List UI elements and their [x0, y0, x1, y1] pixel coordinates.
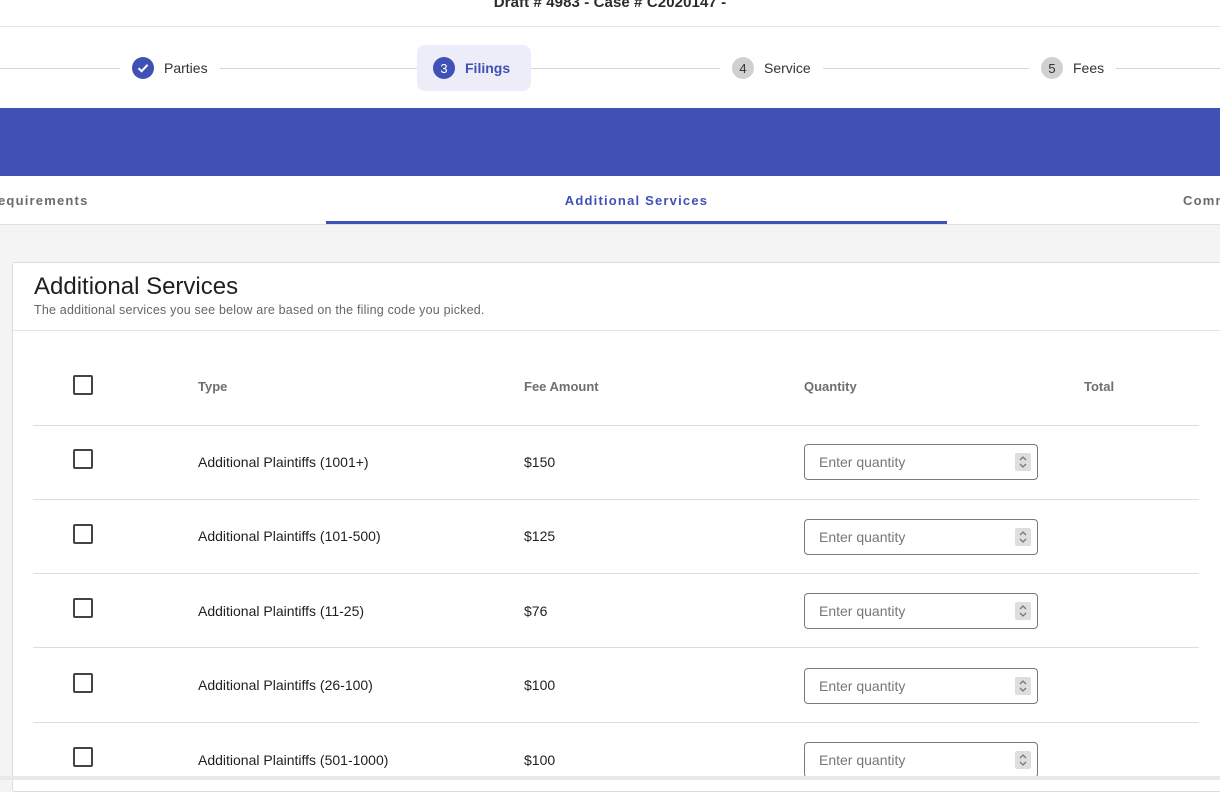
active-tab-indicator: [326, 221, 947, 224]
row-divider: [33, 499, 1199, 500]
row-fee: $76: [524, 603, 548, 619]
tab-requirements[interactable]: equirements: [0, 176, 89, 224]
quantity-input[interactable]: [819, 445, 1009, 479]
step-service[interactable]: 4 Service: [720, 45, 823, 91]
step-label: Filings: [465, 60, 511, 76]
quantity-input[interactable]: [819, 594, 1009, 628]
row-type: Additional Plaintiffs (101-500): [198, 528, 381, 544]
column-header-quantity: Quantity: [804, 379, 857, 394]
column-header-fee: Fee Amount: [524, 379, 599, 394]
quantity-field[interactable]: [804, 668, 1038, 704]
quantity-field[interactable]: [804, 444, 1038, 480]
row-fee: $125: [524, 528, 556, 544]
header-banner: [0, 108, 1220, 176]
row-type: Additional Plaintiffs (501-1000): [198, 752, 389, 768]
step-number: 5: [1041, 57, 1063, 79]
page-title: Draft # 4983 - Case # C2020147 -: [493, 0, 727, 11]
column-header-type: Type: [198, 379, 228, 394]
step-number: 3: [433, 57, 455, 79]
check-icon: [132, 57, 154, 79]
step-parties[interactable]: Parties: [120, 45, 220, 91]
quantity-input[interactable]: [819, 669, 1009, 703]
row-type: Additional Plaintiffs (11-25): [198, 603, 365, 619]
chevron-up-down-icon[interactable]: [1015, 453, 1031, 471]
chevron-up-down-icon[interactable]: [1015, 528, 1031, 546]
horizontal-scrollbar[interactable]: [0, 776, 1220, 780]
step-label: Service: [764, 60, 811, 76]
step-label: Fees: [1073, 60, 1105, 76]
row-divider: [33, 722, 1199, 723]
row-fee: $100: [524, 677, 556, 693]
chevron-up-down-icon[interactable]: [1015, 602, 1031, 620]
tab-additional-services[interactable]: Additional Services: [326, 176, 947, 224]
card-header: Additional Services The additional servi…: [13, 263, 1220, 331]
chevron-up-down-icon[interactable]: [1015, 677, 1031, 695]
quantity-field[interactable]: [804, 593, 1038, 629]
top-bar: Draft # 4983 - Case # C2020147 - Parties…: [0, 0, 1220, 108]
column-header-total: Total: [1084, 379, 1115, 394]
card-subtitle: The additional services you see below ar…: [34, 303, 485, 317]
tab-comments[interactable]: Comm: [1183, 176, 1220, 224]
select-all-checkbox[interactable]: [73, 375, 93, 395]
step-filings[interactable]: 3 Filings: [417, 45, 531, 91]
subtab-bar: equirements Additional Services Comm: [0, 176, 1220, 225]
quantity-field[interactable]: [804, 742, 1038, 778]
row-checkbox[interactable]: [73, 673, 93, 693]
row-type: Additional Plaintiffs (26-100): [198, 677, 373, 693]
row-fee: $100: [524, 752, 556, 768]
chevron-up-down-icon[interactable]: [1015, 751, 1031, 769]
card-title: Additional Services: [34, 273, 239, 300]
row-checkbox[interactable]: [73, 524, 93, 544]
row-type: Additional Plaintiffs (1001+): [198, 454, 369, 470]
quantity-input[interactable]: [819, 520, 1009, 554]
additional-services-card: Additional Services The additional servi…: [12, 262, 1220, 792]
row-divider: [33, 647, 1199, 648]
quantity-field[interactable]: [804, 519, 1038, 555]
divider: [0, 26, 1220, 27]
step-number: 4: [732, 57, 754, 79]
step-label: Parties: [164, 60, 208, 76]
row-divider: [33, 573, 1199, 574]
row-divider: [33, 425, 1199, 426]
row-fee: $150: [524, 454, 556, 470]
row-checkbox[interactable]: [73, 747, 93, 767]
quantity-input[interactable]: [819, 743, 1009, 777]
step-fees[interactable]: 5 Fees: [1029, 45, 1117, 91]
row-checkbox[interactable]: [73, 598, 93, 618]
row-checkbox[interactable]: [73, 449, 93, 469]
